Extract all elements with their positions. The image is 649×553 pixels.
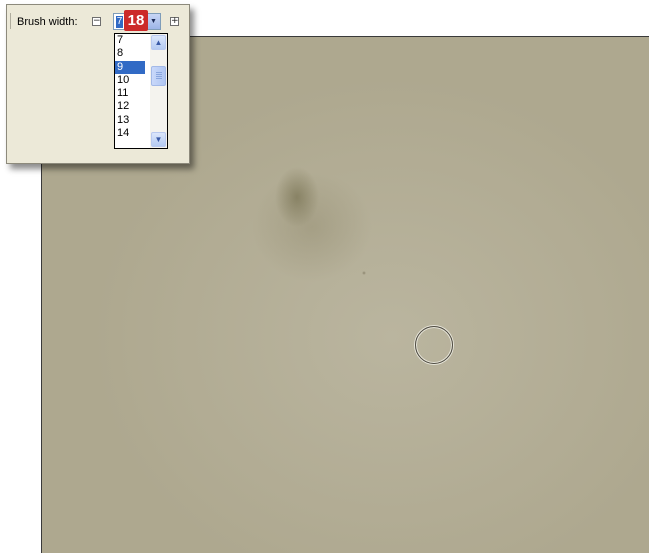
toolbar-grip-handle[interactable] — [10, 13, 13, 29]
dropdown-item-10[interactable]: 10 — [115, 74, 145, 87]
chevron-down-icon[interactable]: ▼ — [151, 132, 166, 147]
grip-lines-icon — [156, 72, 162, 80]
dropdown-scrollbar[interactable]: ▲ ▼ — [150, 34, 167, 148]
brush-width-badge: 18 — [124, 10, 148, 31]
decrease-width-button[interactable]: − — [92, 17, 101, 26]
dropdown-item-14[interactable]: 14 — [115, 127, 145, 140]
brush-width-dropdown: 7 8 9 10 11 12 13 14 ▲ ▼ — [114, 33, 168, 149]
dropdown-item-9[interactable]: 9 — [115, 60, 145, 74]
scrollbar-thumb[interactable] — [151, 66, 166, 86]
increase-width-button[interactable]: + — [170, 17, 179, 26]
dropdown-item-13[interactable]: 13 — [115, 114, 145, 127]
brush-width-label: Brush width: — [17, 16, 78, 28]
dropdown-item-12[interactable]: 12 — [115, 100, 145, 113]
brush-width-value: 7 — [116, 16, 123, 28]
dropdown-item-7[interactable]: 7 — [115, 34, 145, 47]
brush-toolbar: Brush width: − 7 ▼ 18 + 7 8 9 10 11 12 13 14 ▲ … — [6, 4, 190, 164]
dropdown-item-11[interactable]: 11 — [115, 87, 145, 100]
dropdown-item-8[interactable]: 8 — [115, 47, 145, 60]
chevron-up-icon[interactable]: ▲ — [151, 35, 166, 50]
brush-cursor-icon — [415, 326, 453, 364]
chevron-down-icon[interactable]: ▼ — [146, 14, 160, 29]
plus-box-icon: + — [171, 16, 179, 26]
minus-box-icon: − — [93, 16, 101, 26]
